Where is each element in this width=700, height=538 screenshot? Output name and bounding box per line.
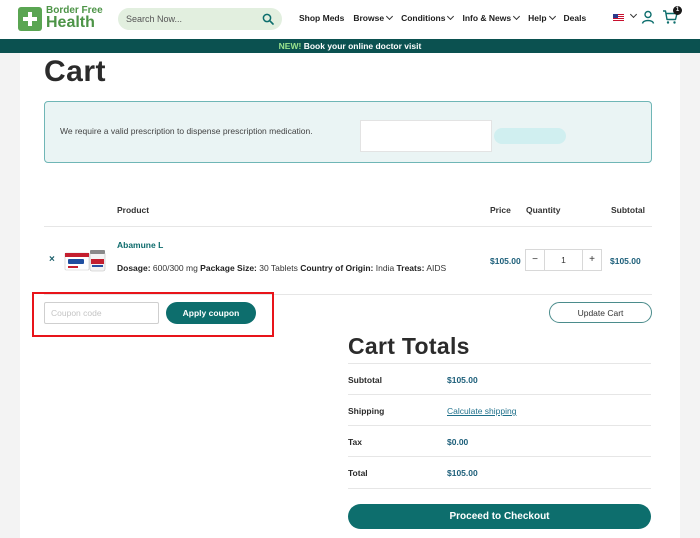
prescription-notice: We require a valid prescription to dispe… <box>44 101 652 163</box>
column-header-product: Product <box>117 205 150 215</box>
treats-value: AIDS <box>424 263 447 273</box>
chevron-down-icon[interactable] <box>629 10 638 19</box>
cart-count-badge: 1 <box>673 6 682 15</box>
search-bar <box>118 8 282 30</box>
country-value: India <box>373 263 397 273</box>
country-label: Country of Origin: <box>300 263 374 273</box>
search-icon[interactable] <box>262 13 274 25</box>
prescription-notice-text: We require a valid prescription to dispe… <box>60 126 313 136</box>
tax-label: Tax <box>348 437 363 447</box>
quantity-input[interactable] <box>545 250 582 270</box>
totals-divider <box>348 425 651 426</box>
item-subtotal: $105.00 <box>610 256 641 266</box>
nav-conditions[interactable]: Conditions <box>401 12 455 23</box>
search-input[interactable] <box>126 11 256 27</box>
quantity-decrease-button[interactable]: − <box>526 250 545 270</box>
nav-label: Deals <box>563 13 587 23</box>
total-label: Total <box>348 468 368 478</box>
prescription-upload-field[interactable] <box>360 120 492 152</box>
nav-deals[interactable]: Deals <box>564 13 587 23</box>
item-price: $105.00 <box>490 256 521 266</box>
logo-cross-icon <box>18 6 42 31</box>
proceed-to-checkout-button[interactable]: Proceed to Checkout <box>348 504 651 529</box>
chevron-down-icon <box>447 12 455 21</box>
dosage-value: 600/300 mg <box>150 263 201 273</box>
totals-divider <box>348 456 651 457</box>
cart-totals-title: Cart Totals <box>348 333 470 359</box>
coupon-code-input[interactable] <box>44 302 159 324</box>
product-details: Dosage: 600/300 mg Package Size: 30 Tabl… <box>117 263 446 273</box>
subtotal-label: Subtotal <box>348 375 382 385</box>
nav-shop-meds[interactable]: Shop Meds <box>299 13 344 23</box>
nav-label: Shop Meds <box>299 13 345 23</box>
totals-divider <box>348 394 651 395</box>
table-divider <box>44 226 652 227</box>
totals-divider <box>348 488 651 489</box>
promo-banner[interactable]: NEW! Book your online doctor visit <box>0 39 700 53</box>
totals-divider <box>348 363 651 364</box>
remove-item-button[interactable]: × <box>49 254 55 265</box>
chevron-down-icon <box>548 12 556 21</box>
column-header-subtotal: Subtotal <box>611 205 645 215</box>
chevron-down-icon <box>513 12 521 21</box>
nav-browse[interactable]: Browse <box>353 12 394 23</box>
package-size-value: 30 Tablets <box>256 263 301 273</box>
prescription-upload-button[interactable] <box>494 128 566 144</box>
chevron-down-icon <box>386 12 394 21</box>
us-flag-icon[interactable] <box>613 14 624 22</box>
nav-label: Info & News <box>462 13 512 23</box>
logo-bottom-text: Health <box>46 14 95 31</box>
calculate-shipping-link[interactable]: Calculate shipping <box>447 406 516 416</box>
apply-coupon-button[interactable]: Apply coupon <box>166 302 256 324</box>
column-header-quantity: Quantity <box>526 205 561 215</box>
column-header-price: Price <box>490 205 511 215</box>
site-header: Border Free Health Shop Meds Browse Cond… <box>0 0 700 39</box>
nav-info-news[interactable]: Info & News <box>462 12 521 23</box>
page-title: Cart <box>44 55 107 88</box>
nav-label: Browse <box>353 13 385 23</box>
dosage-label: Dosage: <box>117 263 151 273</box>
product-name-link[interactable]: Abamune L <box>117 240 163 250</box>
nav-label: Help <box>528 13 547 23</box>
main-nav: Shop Meds Browse Conditions Info & News … <box>299 12 595 23</box>
total-value: $105.00 <box>447 468 478 478</box>
tax-value: $0.00 <box>447 437 469 447</box>
promo-new-label: NEW! <box>278 41 302 51</box>
logo[interactable]: Border Free Health <box>18 6 103 31</box>
subtotal-value: $105.00 <box>447 375 478 385</box>
nav-label: Conditions <box>401 13 446 23</box>
user-icon[interactable] <box>641 10 655 24</box>
logo-text: Border Free Health <box>46 6 103 31</box>
page-gutter-left <box>0 53 20 538</box>
update-cart-button[interactable]: Update Cart <box>549 302 652 323</box>
nav-help[interactable]: Help <box>528 12 556 23</box>
quantity-increase-button[interactable]: + <box>582 250 601 270</box>
page-gutter-right <box>680 53 700 538</box>
treats-label: Treats: <box>396 263 425 273</box>
quantity-stepper: − + <box>525 249 602 271</box>
shipping-label: Shipping <box>348 406 385 416</box>
product-image[interactable] <box>64 247 106 274</box>
promo-text: Book your online doctor visit <box>301 41 422 51</box>
package-size-label: Package Size: <box>200 263 257 273</box>
